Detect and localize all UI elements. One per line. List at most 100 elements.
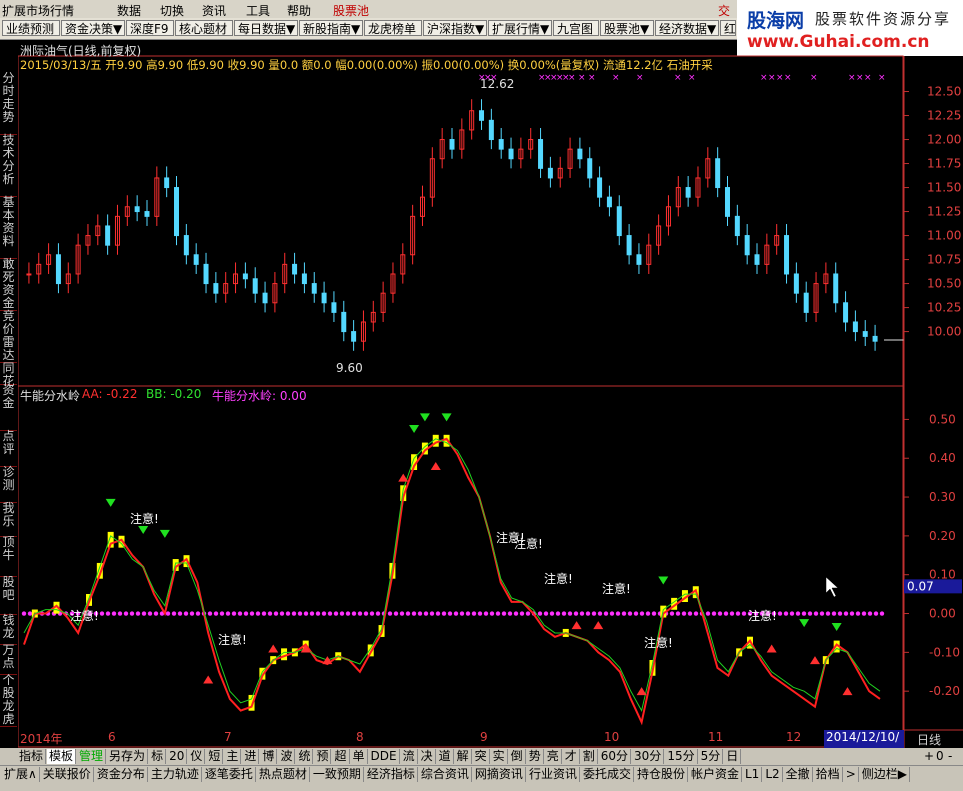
toolbar-btn-red[interactable]: 红	[720, 20, 736, 36]
menu-item-help[interactable]: 帮助	[287, 2, 311, 19]
bottom-tab-17[interactable]: 流	[401, 749, 418, 764]
bottom-tab-11[interactable]: 波	[278, 749, 296, 764]
bottom-tab-13[interactable]: 帐户资金	[689, 767, 742, 782]
bottom-tab-1[interactable]: 模板	[47, 749, 77, 764]
bottom-tab-31[interactable]: 5分	[699, 749, 724, 764]
bottom-tab-3[interactable]: 主力轨迹	[149, 767, 202, 782]
toolbar-btn-pool[interactable]: 股票池▼	[600, 20, 654, 36]
menu-item-tools[interactable]: 工具	[246, 2, 270, 19]
bottom-tab-4[interactable]: 标	[149, 749, 167, 764]
left-tab-10[interactable]: 顶牛	[0, 536, 17, 577]
left-tab-3[interactable]: 敢死资金	[0, 258, 17, 311]
bottom-tab-26[interactable]: 才	[563, 749, 580, 764]
left-tab-7[interactable]: 点评	[0, 430, 17, 467]
menu-item-market[interactable]: 扩展市场行情	[2, 2, 74, 19]
bottom-tab-23[interactable]: 倒	[509, 749, 526, 764]
bottom-tab-5[interactable]: 20	[167, 749, 188, 764]
bottom-tab-0[interactable]: 扩展∧	[2, 767, 40, 782]
menu-item-stockpool[interactable]: 股票池	[333, 2, 369, 19]
bottom-tab-20[interactable]: 解	[455, 749, 472, 764]
bottom-tab-2[interactable]: 管理	[77, 749, 107, 764]
bottom-tab-2[interactable]: 资金分布	[95, 767, 148, 782]
bottom-tab-10[interactable]: 行业资讯	[527, 767, 580, 782]
toolbar-btn-dragon[interactable]: 龙虎榜单	[364, 20, 422, 36]
bottom-tab-27[interactable]: 割	[581, 749, 598, 764]
bottom-tab-30[interactable]: 15分	[665, 749, 698, 764]
menu-item-switch[interactable]: 切换	[160, 2, 184, 19]
bottom-tab-6[interactable]: 仪	[188, 749, 206, 764]
bottom-tab-5[interactable]: 热点题材	[257, 767, 310, 782]
bottom-tab-8[interactable]: 主	[224, 749, 242, 764]
bottom-tab-19[interactable]: 侧边栏▶	[860, 767, 910, 782]
left-tab-14[interactable]: 个股龙虎	[0, 674, 17, 727]
bottom-tab-12[interactable]: 持仓股份	[635, 767, 688, 782]
bottom-tab-8[interactable]: 综合资讯	[419, 767, 472, 782]
bottom-tab-17[interactable]: 拾档	[814, 767, 843, 782]
bottom-tab-7[interactable]: 短	[206, 749, 224, 764]
left-tab-6[interactable]: 资金	[0, 384, 17, 431]
toolbar-btn-topics[interactable]: 核心题材	[175, 20, 233, 36]
bottom-tab-18[interactable]: 决	[419, 749, 436, 764]
divide-dot	[723, 611, 729, 616]
bottom-tab-24[interactable]: 势	[527, 749, 544, 764]
bottom-tab-7[interactable]: 经济指标	[365, 767, 418, 782]
function-tabs: 扩展∧ 关联报价 资金分布 主力轨迹 逐笔委托 热点题材 一致预期 经济指标 综合资讯 网摘资讯行…	[0, 765, 963, 791]
bottom-tab-25[interactable]: 亮	[545, 749, 562, 764]
bottom-tab-9[interactable]: 网摘资讯	[473, 767, 526, 782]
left-tab-label: 敢死资金	[2, 257, 15, 310]
left-tab-2[interactable]: 基本资料	[0, 196, 17, 259]
bottom-tab-15[interactable]: L2	[763, 767, 783, 782]
divide-dot	[411, 611, 417, 616]
menu-item-data[interactable]: 数据	[117, 2, 141, 19]
bottom-tab-28[interactable]: 60分	[599, 749, 632, 764]
bottom-tab-21[interactable]: 突	[473, 749, 490, 764]
left-tab-8[interactable]: 诊测	[0, 466, 17, 503]
left-tab-12[interactable]: 钱龙	[0, 614, 17, 645]
toolbar-btn-ext[interactable]: 扩展行情▼	[488, 20, 552, 36]
left-tab-9[interactable]: 我乐	[0, 502, 17, 537]
bottom-tab-18[interactable]: >	[844, 767, 859, 782]
toolbar-btn-daily[interactable]: 每日数据▼	[234, 20, 298, 36]
toolbar-btn-forecast[interactable]: 业绩预测	[2, 20, 60, 36]
zoom-control-1[interactable]: 0	[934, 749, 946, 764]
bottom-tab-4[interactable]: 逐笔委托	[203, 767, 256, 782]
bottom-tab-0[interactable]: 指标	[17, 749, 47, 764]
bottom-tab-32[interactable]: 日	[724, 749, 742, 764]
menu-item-news[interactable]: 资讯	[202, 2, 226, 19]
bottom-tab-14[interactable]: L1	[743, 767, 763, 782]
bottom-tab-22[interactable]: 实	[491, 749, 508, 764]
left-tab-13[interactable]: 万点	[0, 644, 17, 675]
marker-x: ×	[578, 73, 586, 83]
toolbar-btn-f9[interactable]: 深度F9	[126, 20, 174, 36]
toolbar-btn-econ[interactable]: 经济数据▼	[655, 20, 719, 36]
bottom-tab-29[interactable]: 30分	[632, 749, 665, 764]
bottom-tab-16[interactable]: DDE	[369, 749, 400, 764]
toolbar-btn-grid[interactable]: 九宫图	[553, 20, 599, 36]
bottom-tab-1[interactable]: 关联报价	[41, 767, 94, 782]
left-tab-4[interactable]: 竞价雷达	[0, 310, 17, 363]
left-tab-11[interactable]: 股吧	[0, 576, 17, 615]
toolbar-btn-ipo[interactable]: 新股指南▼	[299, 20, 363, 36]
bottom-tab-15[interactable]: 单	[351, 749, 368, 764]
bottom-tab-6[interactable]: 一致预期	[311, 767, 364, 782]
left-tab-0[interactable]: 分时走势	[0, 72, 17, 135]
bottom-tab-10[interactable]: 博	[260, 749, 278, 764]
bottom-tab-12[interactable]: 统	[296, 749, 314, 764]
left-tab-5[interactable]: 同花	[0, 362, 17, 388]
left-tab-1[interactable]: 技术分析	[0, 134, 17, 197]
x-axis-label: 6	[108, 730, 116, 744]
chart-area[interactable]: 12.62 9.60 × × × × × × × × × × × × × × × × × × × × × × × × 注意! 注意! 注…	[18, 40, 904, 748]
zoom-control-2[interactable]: -	[946, 749, 954, 764]
toolbar-btn-fund[interactable]: 资金决策▼	[61, 20, 125, 36]
price-tick-label: 12.00	[927, 133, 961, 147]
candle-body	[203, 263, 209, 285]
toolbar-btn-index[interactable]: 沪深指数▼	[423, 20, 487, 36]
bottom-tab-9[interactable]: 进	[242, 749, 260, 764]
bottom-tab-13[interactable]: 预	[314, 749, 332, 764]
bottom-tab-11[interactable]: 委托成交	[581, 767, 634, 782]
up-arrow	[842, 687, 853, 696]
bottom-tab-14[interactable]: 超	[332, 749, 350, 764]
bottom-tab-16[interactable]: 全撤	[784, 767, 813, 782]
bottom-tab-3[interactable]: 另存为	[107, 749, 149, 764]
bottom-tab-19[interactable]: 道	[437, 749, 454, 764]
